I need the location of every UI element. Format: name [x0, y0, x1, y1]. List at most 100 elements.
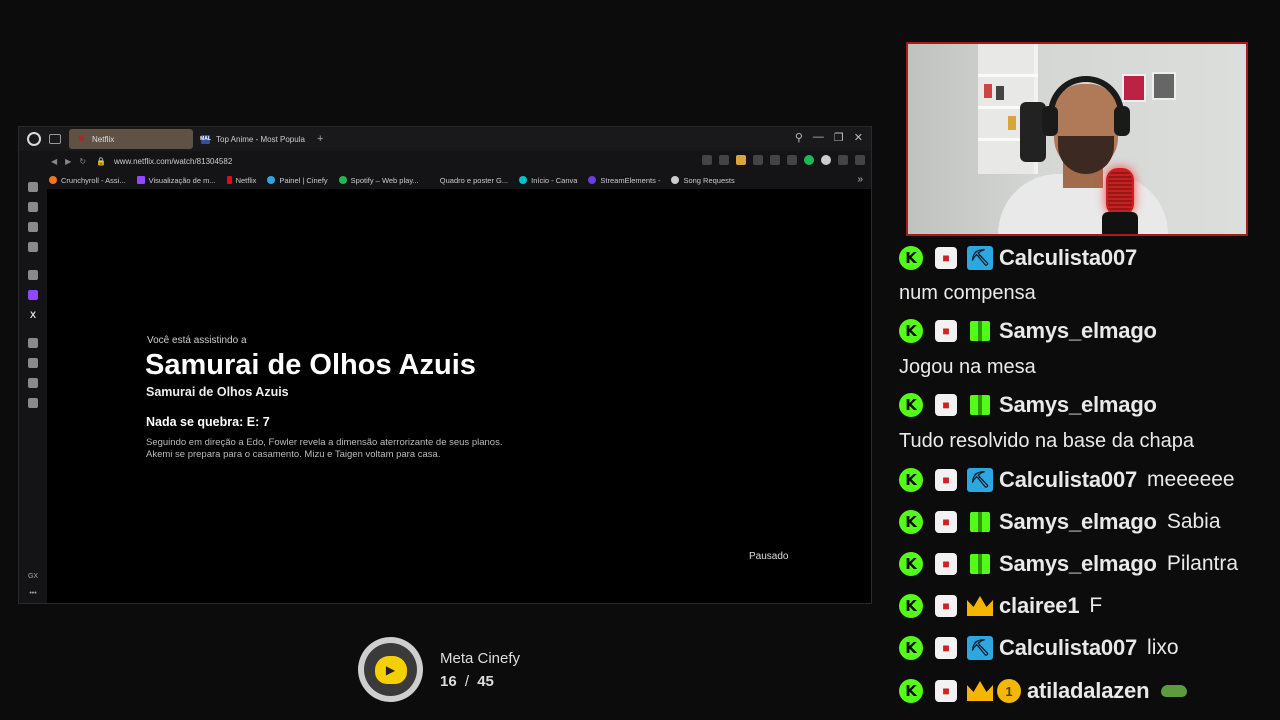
more-icon[interactable]: •••	[19, 590, 47, 597]
bookmark-canva[interactable]: Início - Canva	[519, 176, 577, 185]
browser-sidebar: X GX •••	[19, 171, 47, 603]
snapshot-icon[interactable]	[719, 155, 729, 165]
bookmark-crunchyroll[interactable]: Crunchyroll - Assi...	[49, 176, 126, 185]
nav-buttons: ◀ ▶ ↻	[51, 157, 86, 166]
episode-title: Nada se quebra: E: 7	[146, 415, 270, 429]
moderator-sword-icon: ⛏	[967, 636, 993, 660]
chat-message: K ■ ⛏ Calculista007 lixo	[899, 633, 1179, 663]
paused-status: Pausado	[749, 551, 789, 562]
chat-text: Sabia	[1166, 510, 1221, 533]
tab-netflix[interactable]: N Netflix	[69, 129, 193, 149]
extension-icon[interactable]	[787, 155, 797, 165]
cinefy-popcorn-icon: ▶	[374, 655, 407, 684]
reload-icon[interactable]: ↻	[79, 157, 86, 166]
kick-badge-icon: K	[899, 319, 923, 343]
stream-chat: K ■ ⛏ Calculista007 num compensa K ■ Sam…	[892, 240, 1280, 720]
chat-username: Calculista007	[999, 467, 1138, 492]
bookmarks-overflow-icon[interactable]: »	[857, 174, 863, 185]
chat-text: meeeeee	[1147, 468, 1235, 491]
twitch-icon	[136, 176, 145, 184]
watching-label: Você está assistindo a	[147, 335, 247, 346]
subscriber-badge-icon: ■	[935, 469, 957, 491]
settings-icon[interactable]	[28, 398, 38, 408]
show-subtitle: Samurai de Olhos Azuis	[146, 385, 289, 399]
subscriber-badge-icon: ■	[935, 320, 957, 342]
subscriber-badge-icon: ■	[935, 595, 957, 617]
cinefy-icon	[267, 176, 276, 184]
chat-username: Samys_elmago	[999, 509, 1157, 534]
crown-badge-icon	[967, 594, 993, 618]
new-tab-button[interactable]: +	[317, 133, 323, 145]
subscriber-badge-icon: ■	[935, 680, 957, 702]
extensions-sidebar-icon[interactable]	[28, 378, 38, 388]
pin-icon[interactable]	[702, 155, 712, 165]
back-icon[interactable]: ◀	[51, 157, 57, 166]
window-controls: ⚲ — ❐ ✕	[795, 131, 863, 144]
bookmark-streamelements[interactable]: StreamElements -	[588, 176, 660, 185]
menu-icon[interactable]	[855, 155, 865, 165]
opera-logo-icon[interactable]	[27, 132, 41, 146]
kick-badge-icon: K	[899, 679, 923, 703]
tab-islands-icon[interactable]	[49, 134, 61, 144]
bookmark-twitch[interactable]: Visualização de m...	[136, 176, 216, 185]
cinefy-goal-widget: ▶ Meta Cinefy 16 / 45	[358, 637, 520, 702]
twitch-icon[interactable]	[28, 290, 38, 300]
player-icon[interactable]	[28, 338, 38, 348]
spotify-icon	[338, 176, 347, 184]
episode-description: Seguindo em direção a Edo, Fowler revela…	[146, 437, 503, 460]
play-icon[interactable]	[753, 155, 763, 165]
crown-badge-icon	[967, 679, 993, 703]
close-icon[interactable]: ✕	[854, 131, 863, 144]
forward-icon[interactable]: ▶	[65, 157, 71, 166]
goal-progress-ring: ▶	[358, 637, 423, 702]
history-icon[interactable]	[28, 358, 38, 368]
kick-badge-icon: K	[899, 636, 923, 660]
vpn-icon[interactable]	[804, 155, 814, 165]
tab-top-anime[interactable]: MAL Top Anime - Most Popula	[193, 129, 311, 149]
netflix-icon	[226, 176, 232, 184]
chat-message: K ■ Samys_elmago Pilantra	[899, 549, 1238, 579]
download-icon[interactable]	[821, 155, 831, 165]
kick-badge-icon: K	[899, 510, 923, 534]
chat-username: Calculista007	[999, 635, 1138, 660]
chat-username: Samys_elmago	[999, 392, 1157, 417]
chat-text: num compensa	[899, 282, 1036, 304]
chat-text: lixo	[1147, 636, 1179, 659]
subscriber-badge-icon: ■	[935, 553, 957, 575]
chat-message: K ■ clairee1 F	[899, 591, 1102, 621]
gx-icon[interactable]: GX	[19, 573, 47, 580]
heart-icon[interactable]	[770, 155, 780, 165]
gift-badge-icon	[967, 319, 993, 343]
kick-badge-icon: K	[899, 393, 923, 417]
video-player[interactable]: Você está assistindo a Samurai de Olhos …	[47, 189, 871, 603]
x-twitter-icon[interactable]: X	[28, 310, 38, 320]
netflix-icon: N	[78, 135, 85, 143]
pepe-frog-emote-icon	[1161, 685, 1188, 697]
chat-message: K ■ Samys_elmago Sabia	[899, 507, 1221, 537]
ai-icon[interactable]	[28, 270, 38, 280]
subscriber-badge-icon: ■	[935, 247, 957, 269]
url-field[interactable]: www.netflix.com/watch/81304582	[114, 157, 232, 166]
tab-label: Netflix	[92, 134, 115, 144]
bookmark-song-requests[interactable]: Song Requests	[671, 176, 735, 185]
workspace-icon[interactable]	[28, 222, 38, 232]
kick-badge-icon: K	[899, 468, 923, 492]
bookmark-netflix[interactable]: Netflix	[226, 176, 256, 185]
bookmark-spotify[interactable]: Spotify – Web play...	[338, 176, 419, 185]
chat-text: F	[1089, 594, 1103, 617]
webcam-feed	[906, 42, 1248, 236]
shield-icon[interactable]	[736, 155, 746, 165]
subscriber-badge-icon: ■	[935, 394, 957, 416]
moderator-sword-icon: ⛏	[967, 246, 993, 270]
settings-icon[interactable]	[838, 155, 848, 165]
crypto-wallet-icon[interactable]	[28, 242, 38, 252]
bookmark-cinefy[interactable]: Painel | Cinefy	[267, 176, 328, 185]
speed-dial-icon[interactable]	[28, 182, 38, 192]
aria-icon[interactable]	[28, 202, 38, 212]
address-bar: ◀ ▶ ↻ 🔒 www.netflix.com/watch/81304582	[19, 151, 871, 171]
lock-icon[interactable]: 🔒	[96, 157, 106, 166]
minimize-icon[interactable]: —	[813, 131, 824, 144]
bookmark-quadro-poster[interactable]: Quadro e poster G...	[440, 176, 508, 185]
search-tabs-icon[interactable]: ⚲	[795, 131, 803, 144]
maximize-icon[interactable]: ❐	[834, 131, 844, 144]
